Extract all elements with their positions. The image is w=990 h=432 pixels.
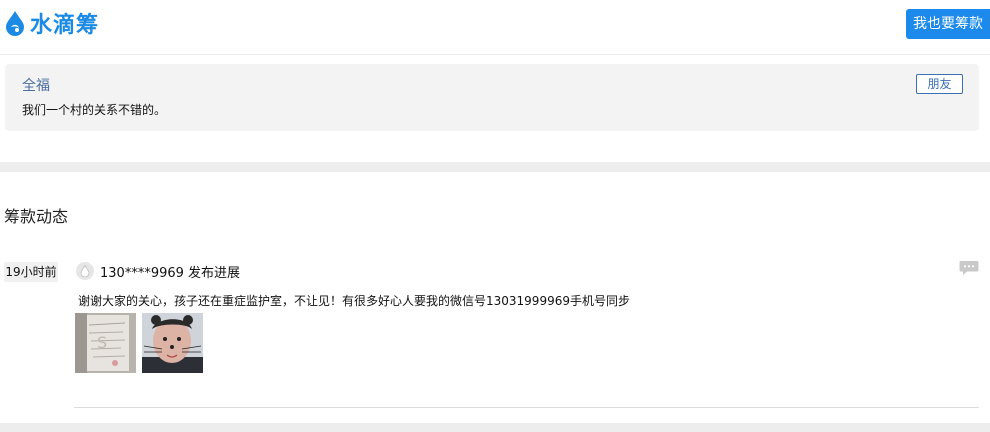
post-author: 130****9969 发布进展 bbox=[100, 266, 241, 281]
sender-name: 全福 bbox=[22, 78, 50, 94]
child-portrait-photo[interactable] bbox=[142, 313, 203, 373]
medical-document-photo[interactable]: S bbox=[75, 313, 136, 373]
water-drop-icon bbox=[6, 11, 24, 36]
section-divider bbox=[0, 423, 990, 432]
logo[interactable]: 水滴筹 bbox=[4, 8, 99, 38]
water-drop-icon bbox=[80, 265, 90, 277]
logo-text: 水滴筹 bbox=[30, 13, 100, 38]
comment-icon[interactable] bbox=[959, 260, 979, 276]
relation-badge: 朋友 bbox=[916, 74, 963, 94]
friend-message-card: 全福 朋友 我们一个村的关系不错的。 bbox=[5, 64, 979, 131]
time-badge: 19小时前 bbox=[4, 262, 58, 282]
start-fundraising-button[interactable]: 我也要筹款 bbox=[906, 9, 990, 39]
svg-text:S: S bbox=[97, 333, 107, 352]
post-text: 谢谢大家的关心，孩子还在重症监护室，不让见！有很多好心人要我的微信号130319… bbox=[78, 294, 630, 308]
section-divider bbox=[0, 162, 990, 172]
message-text: 我们一个村的关系不错的。 bbox=[22, 103, 167, 117]
header: 水滴筹 我也要筹款 bbox=[0, 0, 990, 55]
post-divider bbox=[74, 407, 979, 408]
section-title: 筹款动态 bbox=[4, 207, 69, 226]
avatar bbox=[76, 262, 94, 280]
